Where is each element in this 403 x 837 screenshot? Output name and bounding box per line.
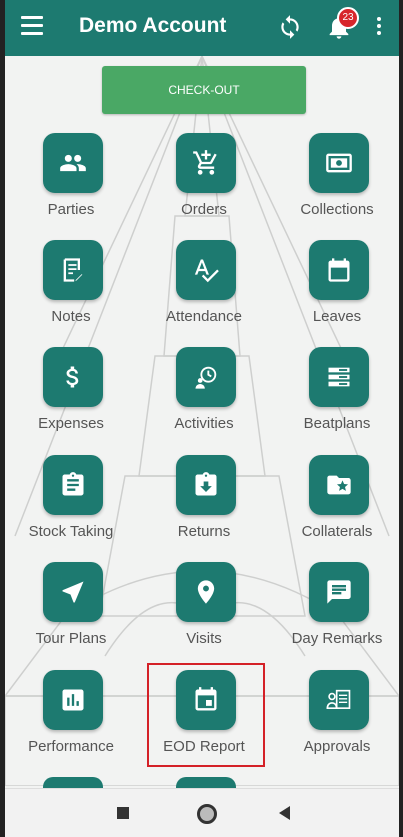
tile-orders[interactable]: Orders: [140, 133, 268, 233]
cart-icon: [176, 133, 236, 193]
tile-label: Parties: [47, 201, 95, 218]
location-pin-icon: [176, 562, 236, 622]
sync-icon[interactable]: [277, 14, 303, 40]
tile-parties[interactable]: Parties: [7, 133, 135, 233]
tile-label: Collections: [300, 201, 374, 218]
tile-returns[interactable]: Returns: [140, 455, 268, 555]
tile-notes[interactable]: Notes: [7, 240, 135, 340]
tile-label: Visits: [186, 630, 222, 647]
tile-label: Day Remarks: [291, 630, 383, 647]
tile-attendance[interactable]: Attendance: [140, 240, 268, 340]
tile-collaterals[interactable]: Collaterals: [273, 455, 399, 555]
tile-label: Tour Plans: [35, 630, 107, 647]
tile-label: Performance: [28, 738, 114, 755]
notification-count-badge: 23: [337, 7, 359, 29]
page-title: Demo Account: [79, 14, 227, 37]
note-icon: [43, 240, 103, 300]
tile-expenses[interactable]: Expenses: [7, 347, 135, 447]
tile-beatplans[interactable]: Beatplans: [273, 347, 399, 447]
tile-performance[interactable]: Performance: [7, 670, 135, 770]
tile-activities[interactable]: Activities: [140, 347, 268, 447]
approval-icon: [309, 670, 369, 730]
tile-leaves[interactable]: Leaves: [273, 240, 399, 340]
return-icon: [176, 455, 236, 515]
tile-label: Leaves: [312, 308, 362, 325]
back-icon[interactable]: [279, 806, 290, 820]
tile-label: Activities: [174, 415, 234, 432]
tile-visits[interactable]: Visits: [140, 562, 268, 662]
recent-apps-icon[interactable]: [117, 807, 129, 819]
dollar-icon: [43, 347, 103, 407]
tile-label: Returns: [177, 523, 231, 540]
bar-chart-icon: [43, 670, 103, 730]
folder-star-icon: [309, 455, 369, 515]
tile-stock-taking[interactable]: Stock Taking: [7, 455, 135, 555]
checkout-button[interactable]: CHECK-OUT: [102, 66, 306, 114]
tile-label: Stock Taking: [28, 523, 114, 540]
navigation-icon: [43, 562, 103, 622]
tile-approvals[interactable]: Approvals: [273, 670, 399, 770]
tile-label: Attendance: [166, 308, 242, 325]
tile-label: Notes: [51, 308, 91, 325]
clipboard-icon: [43, 455, 103, 515]
tile-day-remarks[interactable]: Day Remarks: [273, 562, 399, 662]
tile-tour-plans[interactable]: Tour Plans: [7, 562, 135, 662]
tile-label: Orders: [181, 201, 227, 218]
comment-icon: [309, 562, 369, 622]
more-options-icon[interactable]: [376, 17, 382, 39]
cash-icon: [309, 133, 369, 193]
spellcheck-icon: [176, 240, 236, 300]
app-bar: Demo Account 23: [5, 0, 399, 56]
hamburger-menu-icon[interactable]: [21, 16, 43, 36]
system-nav-bar: [5, 788, 399, 837]
list-icon: [309, 347, 369, 407]
selection-highlight-box: [147, 663, 265, 767]
tile-label: Expenses: [38, 415, 104, 432]
activity-icon: [176, 347, 236, 407]
home-icon[interactable]: [197, 804, 217, 824]
tile-label: Collaterals: [301, 523, 373, 540]
people-icon: [43, 133, 103, 193]
tile-label: Beatplans: [303, 415, 371, 432]
app-screen: Demo Account 23 CHECK-OUT Parties Orders…: [5, 0, 399, 837]
tile-label: Approvals: [303, 738, 371, 755]
calendar-icon: [309, 240, 369, 300]
tile-collections[interactable]: Collections: [273, 133, 399, 233]
